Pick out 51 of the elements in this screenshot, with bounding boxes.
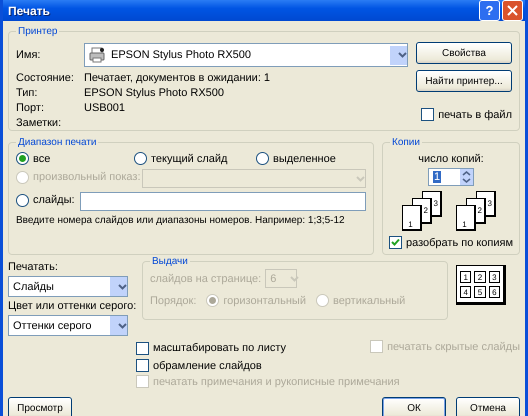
- caret-icon: [356, 176, 365, 182]
- caret-icon: [398, 52, 407, 58]
- printer-dropdown[interactable]: EPSON Stylus Photo RX500: [84, 43, 408, 67]
- checkbox[interactable]: печать в файл: [421, 108, 512, 121]
- field-label: слайдов на странице:: [150, 272, 262, 284]
- field-label: Порядок:: [150, 294, 196, 306]
- preview-button[interactable]: Просмотр: [8, 397, 72, 416]
- field-label: Заметки:: [16, 116, 62, 128]
- window-title: Печать: [8, 4, 51, 18]
- field-label: Печатать:: [8, 261, 59, 273]
- handout-layout-drawing: 1 2 3 4 5 6: [456, 265, 506, 305]
- help-button[interactable]: ?: [479, 0, 500, 21]
- checkmark-icon: [390, 238, 400, 247]
- radio-button[interactable]: выделенное: [256, 152, 366, 165]
- close-button[interactable]: [502, 0, 523, 21]
- find-printer-button[interactable]: Найти принтер...: [416, 70, 512, 92]
- field-value: Печатает, документов в ожидании: 1: [84, 72, 270, 84]
- printer-icon: [89, 47, 105, 63]
- caret-icon: [118, 284, 127, 290]
- field-label: число копий:: [418, 153, 484, 165]
- radio-button[interactable]: слайды:: [16, 194, 75, 206]
- checkbox[interactable]: разобрать по копиям: [388, 236, 514, 249]
- copies-spin-field[interactable]: 1: [428, 168, 474, 186]
- field-label: Имя:: [16, 49, 42, 61]
- group-title: Принтер: [17, 26, 58, 37]
- print-what-dropdown[interactable]: Слайды: [8, 276, 128, 297]
- color-dropdown[interactable]: Оттенки серого: [8, 315, 128, 336]
- field-label: Цвет или оттенки серого:: [8, 300, 138, 312]
- ok-button[interactable]: ОК: [382, 397, 446, 416]
- caret-icon: [118, 322, 127, 328]
- field-label: Состояние:: [16, 72, 75, 84]
- properties-button[interactable]: Свойства: [416, 42, 512, 64]
- spin-arrows-icon: [460, 169, 473, 185]
- group-title: Выдачи: [151, 256, 189, 267]
- checkbox[interactable]: масштабировать по листу: [136, 340, 356, 356]
- radio-button[interactable]: все: [16, 152, 134, 165]
- radio-button[interactable]: текущий слайд: [134, 152, 256, 165]
- cancel-button[interactable]: Отмена: [456, 397, 520, 416]
- group-title: Диапазон печати: [17, 137, 98, 148]
- checkbox[interactable]: обрамление слайдов: [136, 359, 356, 372]
- field-label: Порт:: [16, 102, 45, 114]
- hint-text: Введите номера слайдов или диапазоны номеров. Например: 1;3;5-12: [16, 215, 345, 226]
- field-value: EPSON Stylus Photo RX500: [84, 86, 224, 98]
- field-label: Тип:: [16, 86, 38, 98]
- page-stack-drawing: 3 2 1: [402, 191, 446, 233]
- slides-input-field[interactable]: [80, 192, 366, 211]
- group-title: Копии: [391, 137, 421, 148]
- close-icon: [507, 5, 518, 16]
- caret-icon: [290, 276, 300, 282]
- field-value: USB001: [84, 102, 125, 114]
- page-stack-drawing: 3 2 1: [456, 191, 500, 233]
